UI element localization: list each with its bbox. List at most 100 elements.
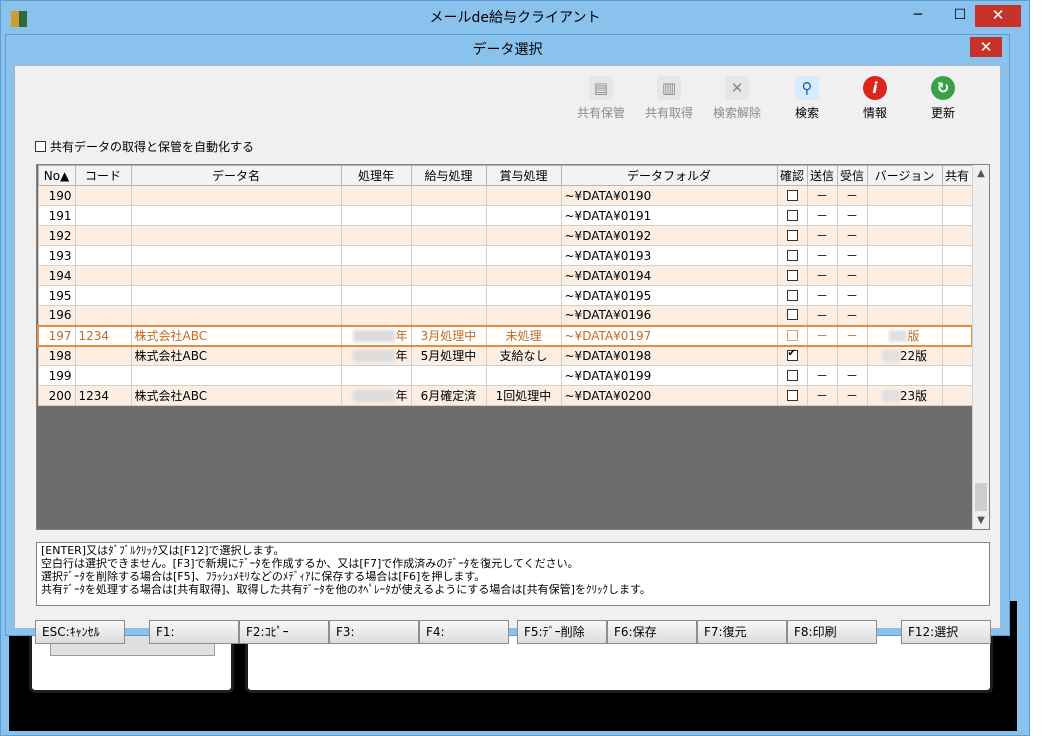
f6-button[interactable]: F6:保存 bbox=[607, 620, 697, 644]
f3-button[interactable]: F3: bbox=[329, 620, 419, 644]
table-row[interactable]: 191 ~¥DATA¥0191 －－ bbox=[37, 205, 973, 226]
cell-check[interactable] bbox=[776, 324, 808, 347]
confirm-checkbox[interactable] bbox=[786, 229, 798, 241]
scroll-up-icon[interactable]: ▲ bbox=[973, 165, 989, 182]
table-row[interactable]: 193 ~¥DATA¥0193 －－ bbox=[37, 245, 973, 266]
cell-version bbox=[866, 185, 943, 206]
cell-send: － bbox=[806, 365, 838, 386]
table-row[interactable]: 200 1234 株式会社ABC 年 6月確定済 1回処理中 ~¥DATA¥0200 －－ 23… bbox=[37, 385, 973, 406]
confirm-checkbox[interactable] bbox=[786, 329, 798, 341]
column-header[interactable]: データ名 bbox=[130, 165, 342, 186]
info-icon: i bbox=[863, 76, 887, 100]
toolbar-share-get-button[interactable]: ▥ 共有取得 bbox=[636, 76, 702, 121]
data-grid[interactable]: No▲ コード データ名 処理年 給与処理 賞与処理 データフォルダ 確認 送信 受信 バージョン共… bbox=[36, 164, 990, 530]
toolbar-label: 共有保管 bbox=[576, 106, 625, 120]
cell-year: 年 bbox=[340, 385, 412, 406]
cell-check[interactable] bbox=[776, 265, 808, 286]
f4-button[interactable]: F4: bbox=[419, 620, 509, 644]
f7-button[interactable]: F7:復元 bbox=[697, 620, 787, 644]
cell-code bbox=[74, 185, 132, 206]
column-header[interactable]: 共有 bbox=[941, 165, 973, 186]
cell-folder: ~¥DATA¥0194 bbox=[560, 265, 778, 286]
toolbar-refresh-button[interactable]: ↻ 更新 bbox=[910, 76, 976, 121]
checkbox-box[interactable] bbox=[35, 141, 46, 152]
confirm-checkbox[interactable] bbox=[786, 369, 798, 381]
confirm-checkbox[interactable] bbox=[786, 189, 798, 201]
table-row[interactable]: 194 ~¥DATA¥0194 －－ bbox=[37, 265, 973, 286]
cell-name: 株式会社ABC bbox=[130, 345, 342, 366]
cell-salary: 6月確定済 bbox=[410, 385, 487, 406]
cell-check[interactable] bbox=[776, 365, 808, 386]
cell-code bbox=[74, 205, 132, 226]
cell-check[interactable] bbox=[776, 205, 808, 226]
f2-button[interactable]: F2:ｺﾋﾟｰ bbox=[239, 620, 329, 644]
column-header[interactable]: 賞与処理 bbox=[485, 165, 562, 186]
column-header[interactable]: No▲ bbox=[37, 165, 76, 186]
cell-check[interactable] bbox=[776, 285, 808, 306]
column-header[interactable]: コード bbox=[74, 165, 132, 186]
dialog-close-button[interactable]: ✕ bbox=[970, 37, 1002, 57]
confirm-checkbox[interactable] bbox=[786, 209, 798, 221]
cell-shared bbox=[941, 225, 973, 246]
f12-button[interactable]: F12:選択 bbox=[901, 620, 991, 644]
table-row[interactable]: 196 ~¥DATA¥0196 －－ bbox=[37, 305, 973, 326]
f8-button[interactable]: F8:印刷 bbox=[787, 620, 877, 644]
cell-no: 197 bbox=[37, 324, 76, 347]
main-close-button[interactable]: ✕ bbox=[975, 5, 1021, 27]
redacted-value bbox=[353, 330, 396, 342]
minimize-button[interactable]: ─ bbox=[905, 5, 931, 25]
toolbar-share-store-button[interactable]: ▤ 共有保管 bbox=[568, 76, 634, 121]
column-header[interactable]: 処理年 bbox=[340, 165, 412, 186]
cell-check[interactable] bbox=[776, 225, 808, 246]
confirm-checkbox[interactable] bbox=[786, 309, 798, 321]
table-row[interactable]: 190 ~¥DATA¥0190 －－ bbox=[37, 185, 973, 206]
confirm-checkbox[interactable] bbox=[786, 249, 798, 261]
cell-shared bbox=[941, 365, 973, 386]
cell-send bbox=[806, 345, 838, 366]
cell-check[interactable] bbox=[776, 385, 808, 406]
cell-year-text: 年 bbox=[395, 389, 408, 403]
cell-shared bbox=[941, 345, 973, 366]
table-row[interactable]: 199 ~¥DATA¥0199 －－ bbox=[37, 365, 973, 386]
cell-year-text: 年 bbox=[395, 329, 408, 343]
table-row[interactable]: 198 株式会社ABC 年5月処理中支給なし~¥DATA¥0198 22版 bbox=[37, 345, 973, 366]
cell-check[interactable] bbox=[776, 305, 808, 326]
cell-name: 株式会社ABC bbox=[130, 324, 342, 347]
cell-version: 22版 bbox=[866, 345, 943, 366]
toolbar-search-clear-button[interactable]: ✕ 検索解除 bbox=[704, 76, 770, 121]
maximize-button[interactable]: ☐ bbox=[947, 5, 973, 25]
scroll-down-icon[interactable]: ▼ bbox=[973, 512, 989, 529]
confirm-checkbox[interactable] bbox=[786, 269, 798, 281]
cell-year bbox=[340, 245, 412, 266]
cell-year bbox=[340, 285, 412, 306]
cell-no: 191 bbox=[37, 205, 76, 226]
column-header[interactable]: 送信 bbox=[806, 165, 838, 186]
cell-shared bbox=[941, 205, 973, 226]
toolbar-info-button[interactable]: i 情報 bbox=[842, 76, 908, 121]
confirm-checkbox[interactable] bbox=[786, 348, 798, 361]
vertical-scrollbar[interactable]: ▲ ▼ bbox=[972, 165, 989, 529]
column-header[interactable]: 確認 bbox=[776, 165, 808, 186]
f5-button[interactable]: F5:ﾃﾞｰ削除 bbox=[517, 620, 607, 644]
column-header[interactable]: バージョン bbox=[866, 165, 943, 186]
toolbar-search-button[interactable]: ⚲ 検索 bbox=[774, 76, 840, 121]
cell-check[interactable] bbox=[776, 185, 808, 206]
table-row-selected[interactable]: 197 1234 株式会社ABC 年 3月処理中 未処理 ~¥DATA¥0197 －－ 版 bbox=[37, 324, 973, 347]
auto-share-checkbox[interactable]: 共有データの取得と保管を自動化する bbox=[35, 138, 254, 155]
f1-button[interactable]: F1: bbox=[149, 620, 239, 644]
cell-bonus bbox=[485, 205, 562, 226]
column-header[interactable]: 受信 bbox=[836, 165, 868, 186]
table-row[interactable]: 192 ~¥DATA¥0192 －－ bbox=[37, 225, 973, 246]
scroll-thumb[interactable] bbox=[975, 483, 987, 511]
cell-version bbox=[866, 265, 943, 286]
column-header[interactable]: 給与処理 bbox=[410, 165, 487, 186]
table-row[interactable]: 195 ~¥DATA¥0195 －－ bbox=[37, 285, 973, 306]
cell-check[interactable] bbox=[776, 345, 808, 366]
cell-folder: ~¥DATA¥0195 bbox=[560, 285, 778, 306]
esc-button[interactable]: ESC:ｷｬﾝｾﾙ bbox=[35, 620, 125, 644]
column-header[interactable]: データフォルダ bbox=[560, 165, 778, 186]
confirm-checkbox[interactable] bbox=[786, 389, 798, 401]
confirm-checkbox[interactable] bbox=[786, 289, 798, 301]
cell-folder: ~¥DATA¥0197 bbox=[560, 324, 778, 347]
cell-check[interactable] bbox=[776, 245, 808, 266]
